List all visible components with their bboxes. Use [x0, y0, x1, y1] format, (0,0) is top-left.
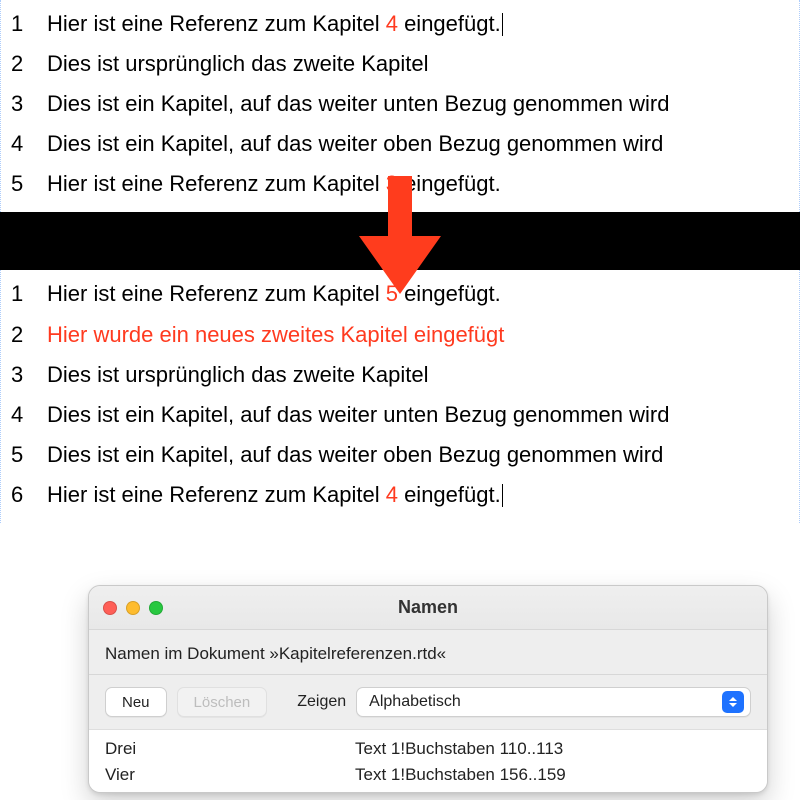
minimize-icon[interactable] [126, 601, 140, 615]
names-panel: Namen Namen im Dokument »Kapitelreferenz… [88, 585, 768, 793]
new-button[interactable]: Neu [105, 687, 167, 717]
show-label: Zeigen [297, 693, 346, 711]
list-item-text: Dies ist ursprünglich das zweite Kapitel [47, 47, 789, 81]
list-item[interactable]: 3Dies ist ein Kapitel, auf das weiter un… [1, 84, 799, 124]
list-item-text: Dies ist ein Kapitel, auf das weiter obe… [47, 127, 789, 161]
panel-subtitle: Namen im Dokument »Kapitelreferenzen.rtd… [89, 630, 767, 675]
list-item-text: Hier ist eine Referenz zum Kapitel 4 ein… [47, 7, 789, 41]
list-item-number: 6 [1, 478, 47, 512]
names-row[interactable]: DreiText 1!Buchstaben 110..113 [89, 736, 767, 762]
list-item-number: 4 [1, 127, 47, 161]
chapter-list-after: 1Hier ist eine Referenz zum Kapitel 5 ei… [0, 270, 800, 523]
location-cell: Text 1!Buchstaben 110..113 [355, 739, 751, 759]
separator-bar [0, 212, 800, 270]
panel-titlebar[interactable]: Namen [89, 586, 767, 630]
text-caret [501, 11, 503, 36]
list-item[interactable]: 3Dies ist ursprünglich das zweite Kapite… [1, 355, 799, 395]
list-item-text: Dies ist ein Kapitel, auf das weiter unt… [47, 87, 789, 121]
chapter-reference: 4 [386, 482, 398, 507]
list-item[interactable]: 4Dies ist ein Kapitel, auf das weiter ob… [1, 124, 799, 164]
list-item-number: 5 [1, 438, 47, 472]
list-item-number: 1 [1, 7, 47, 41]
window-controls [89, 601, 163, 615]
updown-icon [722, 691, 744, 713]
list-item[interactable]: 1Hier ist eine Referenz zum Kapitel 4 ei… [1, 4, 799, 44]
list-item-text: Hier wurde ein neues zweites Kapitel ein… [47, 318, 789, 352]
names-row[interactable]: VierText 1!Buchstaben 156..159 [89, 762, 767, 788]
delete-button[interactable]: Löschen [177, 687, 268, 717]
list-item[interactable]: 4Dies ist ein Kapitel, auf das weiter un… [1, 395, 799, 435]
panel-title: Namen [89, 597, 767, 618]
location-cell: Text 1!Buchstaben 156..159 [355, 765, 751, 785]
zoom-icon[interactable] [149, 601, 163, 615]
names-list: DreiText 1!Buchstaben 110..113VierText 1… [89, 729, 767, 792]
list-item[interactable]: 2Hier wurde ein neues zweites Kapitel ei… [1, 315, 799, 355]
list-item-text: Hier ist eine Referenz zum Kapitel 4 ein… [47, 478, 789, 512]
list-item-number: 2 [1, 47, 47, 81]
arrow-down-icon [355, 176, 445, 296]
list-item-number: 1 [1, 277, 47, 311]
text-caret [501, 482, 503, 507]
close-icon[interactable] [103, 601, 117, 615]
name-cell: Drei [105, 739, 355, 759]
list-item-text: Dies ist ursprünglich das zweite Kapitel [47, 358, 789, 392]
panel-toolbar: Neu Löschen Zeigen Alphabetisch [89, 675, 767, 729]
list-item[interactable]: 6Hier ist eine Referenz zum Kapitel 4 ei… [1, 475, 799, 515]
chapter-reference: 4 [386, 11, 398, 36]
sort-select-value: Alphabetisch [369, 693, 461, 711]
list-item-number: 3 [1, 87, 47, 121]
list-item-number: 2 [1, 318, 47, 352]
list-item-text: Dies ist ein Kapitel, auf das weiter obe… [47, 438, 789, 472]
list-item-number: 3 [1, 358, 47, 392]
sort-select[interactable]: Alphabetisch [356, 687, 751, 717]
list-item[interactable]: 2Dies ist ursprünglich das zweite Kapite… [1, 44, 799, 84]
list-item-number: 4 [1, 398, 47, 432]
list-item-text: Dies ist ein Kapitel, auf das weiter unt… [47, 398, 789, 432]
list-item[interactable]: 5Dies ist ein Kapitel, auf das weiter ob… [1, 435, 799, 475]
list-item-number: 5 [1, 167, 47, 201]
name-cell: Vier [105, 765, 355, 785]
